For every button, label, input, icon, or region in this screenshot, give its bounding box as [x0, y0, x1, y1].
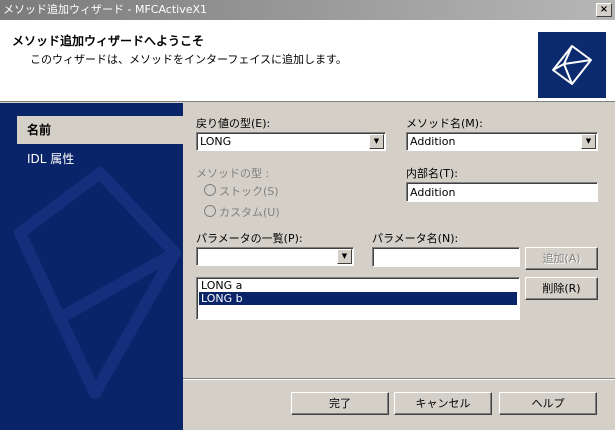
finish-button[interactable]: 完了 — [291, 392, 389, 415]
return-type-label: 戻り値の型(E): — [196, 117, 271, 130]
dropdown-arrow-icon[interactable]: ▼ — [581, 134, 596, 149]
radio-stock-label: ストック(S) — [219, 185, 279, 198]
return-type-select[interactable]: LONG ▼ — [196, 132, 386, 151]
method-name-select[interactable]: Addition ▼ — [406, 132, 598, 151]
wizard-sidebar: 名前 IDL 属性 — [0, 103, 183, 430]
wizard-cube-icon — [538, 32, 606, 98]
add-button[interactable]: 追加(A) — [525, 247, 598, 270]
close-icon: × — [599, 4, 609, 15]
method-type-label: メソッドの型 : — [196, 167, 270, 180]
sidebar-item-name[interactable]: 名前 — [17, 116, 183, 144]
method-name-value: Addition — [410, 135, 456, 148]
internal-name-value: Addition — [410, 186, 456, 199]
param-list-label: パラメータの一覧(P): — [196, 232, 303, 245]
header-title: メソッド追加ウィザードへようこそ — [12, 34, 205, 48]
list-item[interactable]: LONG a — [199, 279, 517, 292]
title-bar: メソッド追加ウィザード - MFCActiveX1 × — [0, 0, 615, 20]
help-button[interactable]: ヘルプ — [499, 392, 597, 415]
footer-separator — [183, 378, 615, 380]
cancel-button[interactable]: キャンセル — [394, 392, 492, 415]
list-item[interactable]: LONG b — [199, 292, 517, 305]
radio-custom-label: カスタム(U) — [219, 206, 280, 219]
window-title: メソッド追加ウィザード - MFCActiveX1 — [3, 3, 208, 16]
internal-name-input[interactable]: Addition — [406, 182, 598, 202]
wizard-header: メソッド追加ウィザードへようこそ このウィザードは、メソッドをインターフェイスに… — [0, 20, 615, 102]
method-name-label: メソッド名(M): — [406, 117, 483, 130]
header-subtitle: このウィザードは、メソッドをインターフェイスに追加します。 — [30, 53, 347, 66]
sidebar-item-idl-attributes[interactable]: IDL 属性 — [17, 145, 167, 173]
param-type-select[interactable]: ▼ — [196, 247, 354, 266]
return-type-value: LONG — [200, 135, 232, 148]
sidebar-item-label: IDL 属性 — [27, 152, 75, 166]
dropdown-arrow-icon[interactable]: ▼ — [369, 134, 384, 149]
remove-button[interactable]: 削除(R) — [525, 277, 598, 300]
dropdown-arrow-icon[interactable]: ▼ — [337, 249, 352, 264]
radio-stock[interactable] — [204, 184, 216, 196]
radio-custom[interactable] — [204, 205, 216, 217]
param-name-input[interactable] — [372, 247, 520, 267]
close-button[interactable]: × — [596, 3, 612, 17]
param-name-label: パラメータ名(N): — [372, 232, 459, 245]
internal-name-label: 内部名(T): — [406, 167, 459, 180]
param-listbox[interactable]: LONG a LONG b — [196, 277, 520, 320]
sidebar-item-label: 名前 — [27, 123, 52, 137]
